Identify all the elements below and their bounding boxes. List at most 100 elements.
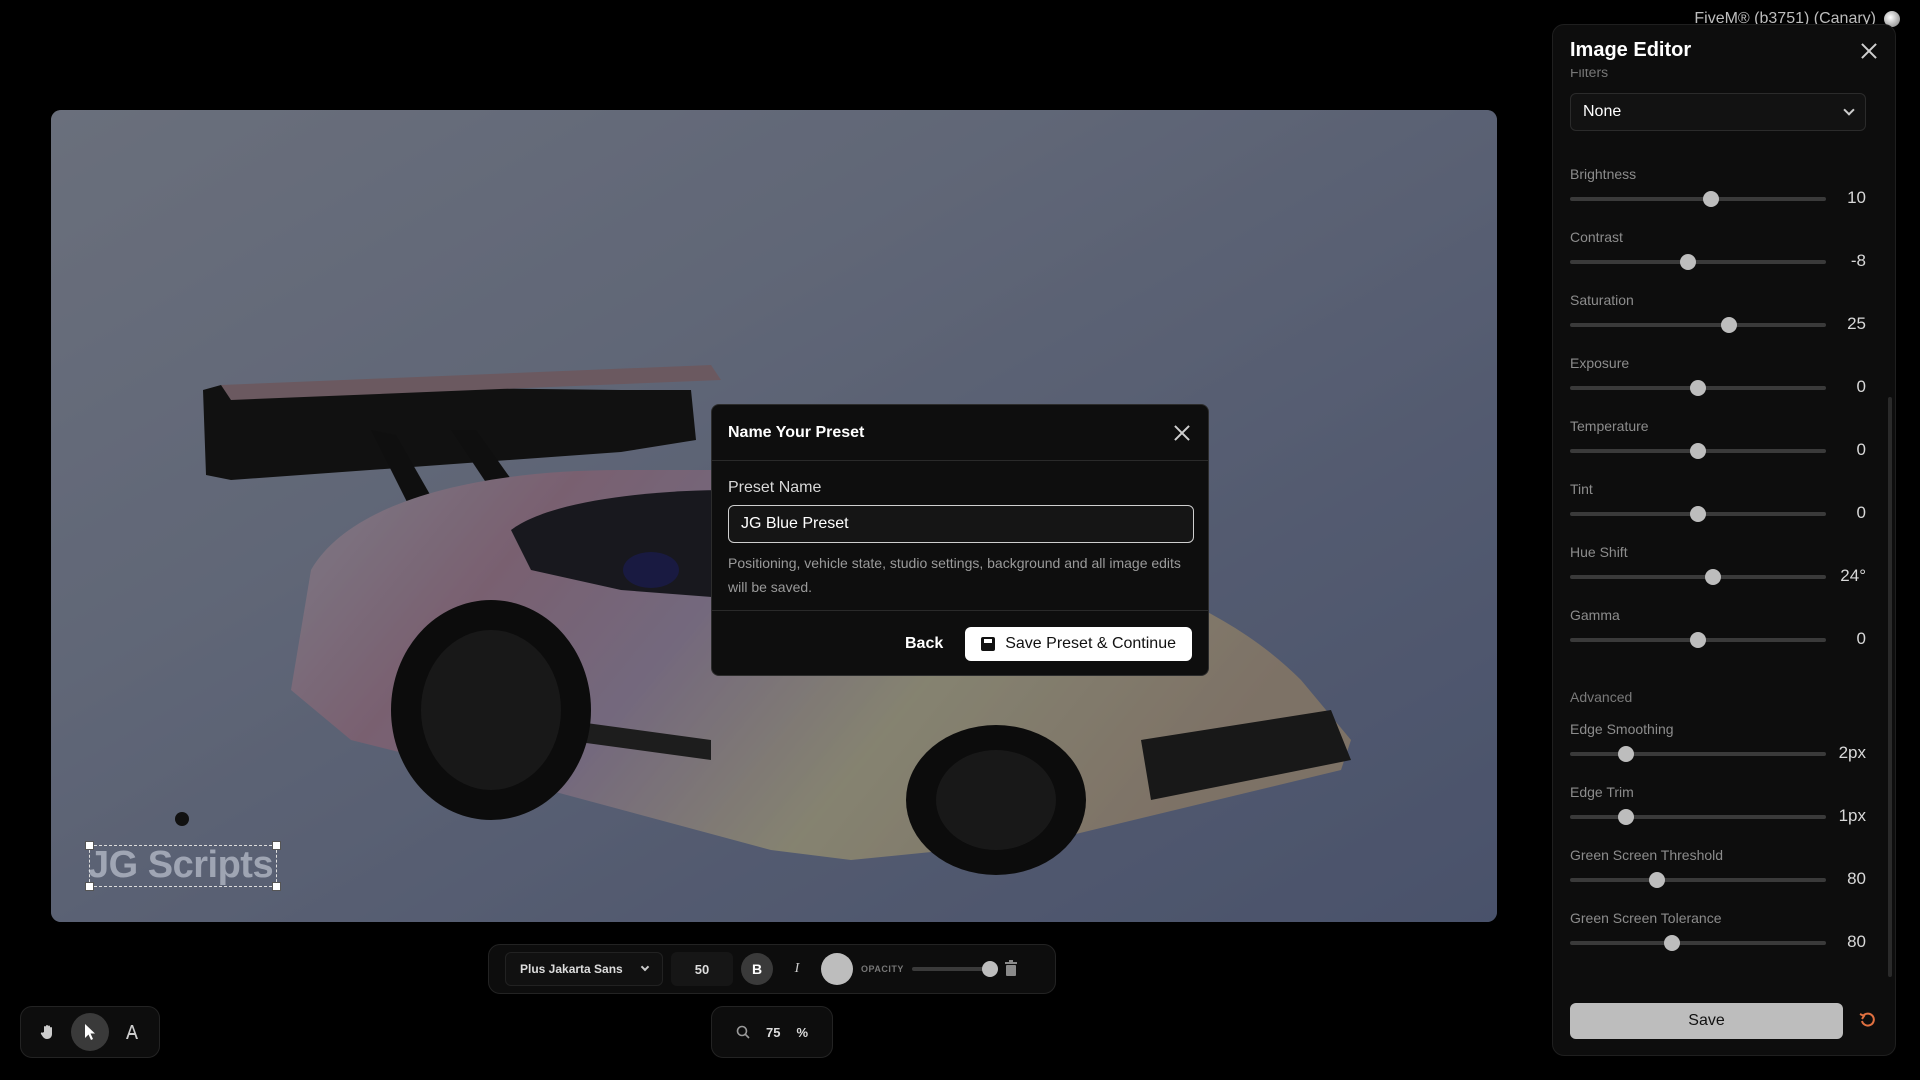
resize-handle-bl[interactable]	[85, 882, 94, 891]
slider-thumb[interactable]	[1690, 632, 1706, 648]
slider-thumb[interactable]	[1690, 506, 1706, 522]
bold-toggle[interactable]: B	[741, 953, 773, 985]
slider-label: Hue Shift	[1570, 544, 1628, 560]
slider-label: Tint	[1570, 481, 1593, 497]
filter-select-value: None	[1583, 103, 1622, 120]
slider-brightness: Brightness 10	[1570, 166, 1866, 207]
slider-value: 80	[1847, 869, 1866, 888]
slider-thumb[interactable]	[1618, 809, 1635, 825]
zoom-icon[interactable]	[736, 1025, 750, 1039]
text-tool-button[interactable]	[113, 1013, 151, 1051]
slider-thumb[interactable]	[1664, 935, 1681, 951]
slider-thumb[interactable]	[1690, 443, 1706, 459]
slider-track[interactable]	[1570, 506, 1826, 522]
resize-handle-tr[interactable]	[272, 841, 281, 850]
slider-track[interactable]	[1570, 191, 1826, 207]
preset-name-input[interactable]	[728, 505, 1194, 543]
filters-label: Filters	[1570, 69, 1609, 80]
trash-icon[interactable]	[1000, 958, 1022, 980]
slider-edge-trim: Edge Trim 1px	[1570, 784, 1866, 825]
chevron-down-icon	[1843, 104, 1855, 116]
close-icon[interactable]	[1859, 41, 1879, 61]
slider-label: Saturation	[1570, 292, 1634, 308]
resize-handle-br[interactable]	[272, 882, 281, 891]
chevron-down-icon	[640, 962, 650, 972]
slider-green-screen-tolerance: Green Screen Tolerance 80	[1570, 910, 1866, 951]
watermark-text-layer[interactable]: JG Scripts	[85, 841, 281, 891]
reset-icon[interactable]	[1859, 1011, 1877, 1029]
slider-track[interactable]	[1570, 380, 1826, 396]
slider-track[interactable]	[1570, 443, 1826, 459]
zoom-value[interactable]: 75	[766, 1025, 780, 1040]
slider-value: 0	[1856, 503, 1866, 522]
slider-label: Temperature	[1570, 418, 1649, 434]
save-preset-continue-button[interactable]: Save Preset & Continue	[965, 627, 1192, 661]
rotate-handle[interactable]	[175, 812, 189, 826]
slider-track[interactable]	[1570, 935, 1826, 951]
slider-contrast: Contrast -8	[1570, 229, 1866, 270]
dialog-body: Preset Name Positioning, vehicle state, …	[712, 461, 1208, 611]
italic-toggle[interactable]: I	[781, 953, 813, 985]
resize-handle-tl[interactable]	[85, 841, 94, 850]
preset-hint: Positioning, vehicle state, studio setti…	[728, 555, 1181, 595]
dialog-header: Name Your Preset	[712, 405, 1208, 461]
opacity-slider[interactable]	[911, 961, 998, 977]
font-family-value: Plus Jakarta Sans	[520, 962, 623, 976]
font-family-select[interactable]: Plus Jakarta Sans	[505, 952, 663, 986]
text-icon	[126, 1025, 138, 1039]
slider-value: 0	[1856, 629, 1866, 648]
slider-value: -8	[1850, 251, 1866, 270]
slider-track[interactable]	[1570, 632, 1826, 648]
slider-label: Exposure	[1570, 355, 1630, 371]
hand-icon	[40, 1025, 52, 1039]
advanced-section-label: Advanced	[1570, 689, 1633, 705]
close-icon[interactable]	[1172, 423, 1192, 443]
slider-saturation: Saturation 25	[1570, 292, 1866, 333]
pointer-icon	[85, 1024, 95, 1040]
save-button[interactable]: Save	[1570, 1003, 1843, 1039]
slider-green-screen-threshold: Green Screen Threshold 80	[1570, 847, 1866, 888]
zoom-control: 75 %	[711, 1006, 833, 1058]
dialog-title: Name Your Preset	[728, 423, 865, 441]
slider-label: Brightness	[1570, 166, 1637, 182]
text-color-swatch[interactable]	[821, 953, 853, 985]
tool-selector	[20, 1006, 160, 1058]
slider-track[interactable]	[1570, 317, 1826, 333]
slider-temperature: Temperature 0	[1570, 418, 1866, 459]
slider-hue-shift: Hue Shift 24°	[1570, 544, 1866, 585]
slider-thumb[interactable]	[1679, 254, 1696, 270]
slider-value: 0	[1856, 377, 1866, 396]
slider-track[interactable]	[1570, 569, 1826, 585]
slider-tint: Tint 0	[1570, 481, 1866, 522]
back-button[interactable]: Back	[905, 635, 943, 653]
image-editor-panel: Image Editor Filters None Brightness 10 Co…	[1552, 24, 1896, 1056]
text-toolbar: Plus Jakarta Sans 50 B I OPACITY	[488, 944, 1056, 994]
slider-thumb[interactable]	[1705, 569, 1722, 585]
slider-value: 0	[1856, 440, 1866, 459]
slider-label: Gamma	[1570, 607, 1620, 623]
slider-track[interactable]	[1570, 746, 1826, 762]
preset-name-label: Preset Name	[728, 479, 822, 496]
slider-track[interactable]	[1570, 254, 1826, 270]
select-tool-button[interactable]	[71, 1013, 109, 1051]
slider-value: 25	[1847, 314, 1866, 333]
font-size-input[interactable]: 50	[671, 952, 733, 986]
watermark-text: JG Scripts	[88, 844, 274, 886]
slider-track[interactable]	[1570, 872, 1826, 888]
opacity-slider-thumb[interactable]	[981, 961, 998, 977]
filter-select[interactable]: None	[1570, 93, 1866, 131]
zoom-unit: %	[796, 1024, 809, 1040]
slider-thumb[interactable]	[1618, 746, 1635, 762]
slider-label: Green Screen Threshold	[1570, 847, 1724, 863]
slider-thumb[interactable]	[1702, 191, 1719, 207]
slider-label: Edge Trim	[1570, 784, 1634, 800]
slider-thumb[interactable]	[1649, 872, 1666, 888]
panel-title: Image Editor	[1570, 39, 1692, 61]
slider-thumb[interactable]	[1720, 317, 1737, 333]
panel-scrollbar[interactable]	[1888, 397, 1892, 977]
slider-value: 2px	[1838, 743, 1866, 762]
slider-track[interactable]	[1570, 809, 1826, 825]
hand-tool-button[interactable]	[29, 1013, 67, 1051]
slider-thumb[interactable]	[1690, 380, 1706, 396]
name-preset-dialog: Name Your Preset Preset Name Positioning…	[711, 404, 1209, 676]
